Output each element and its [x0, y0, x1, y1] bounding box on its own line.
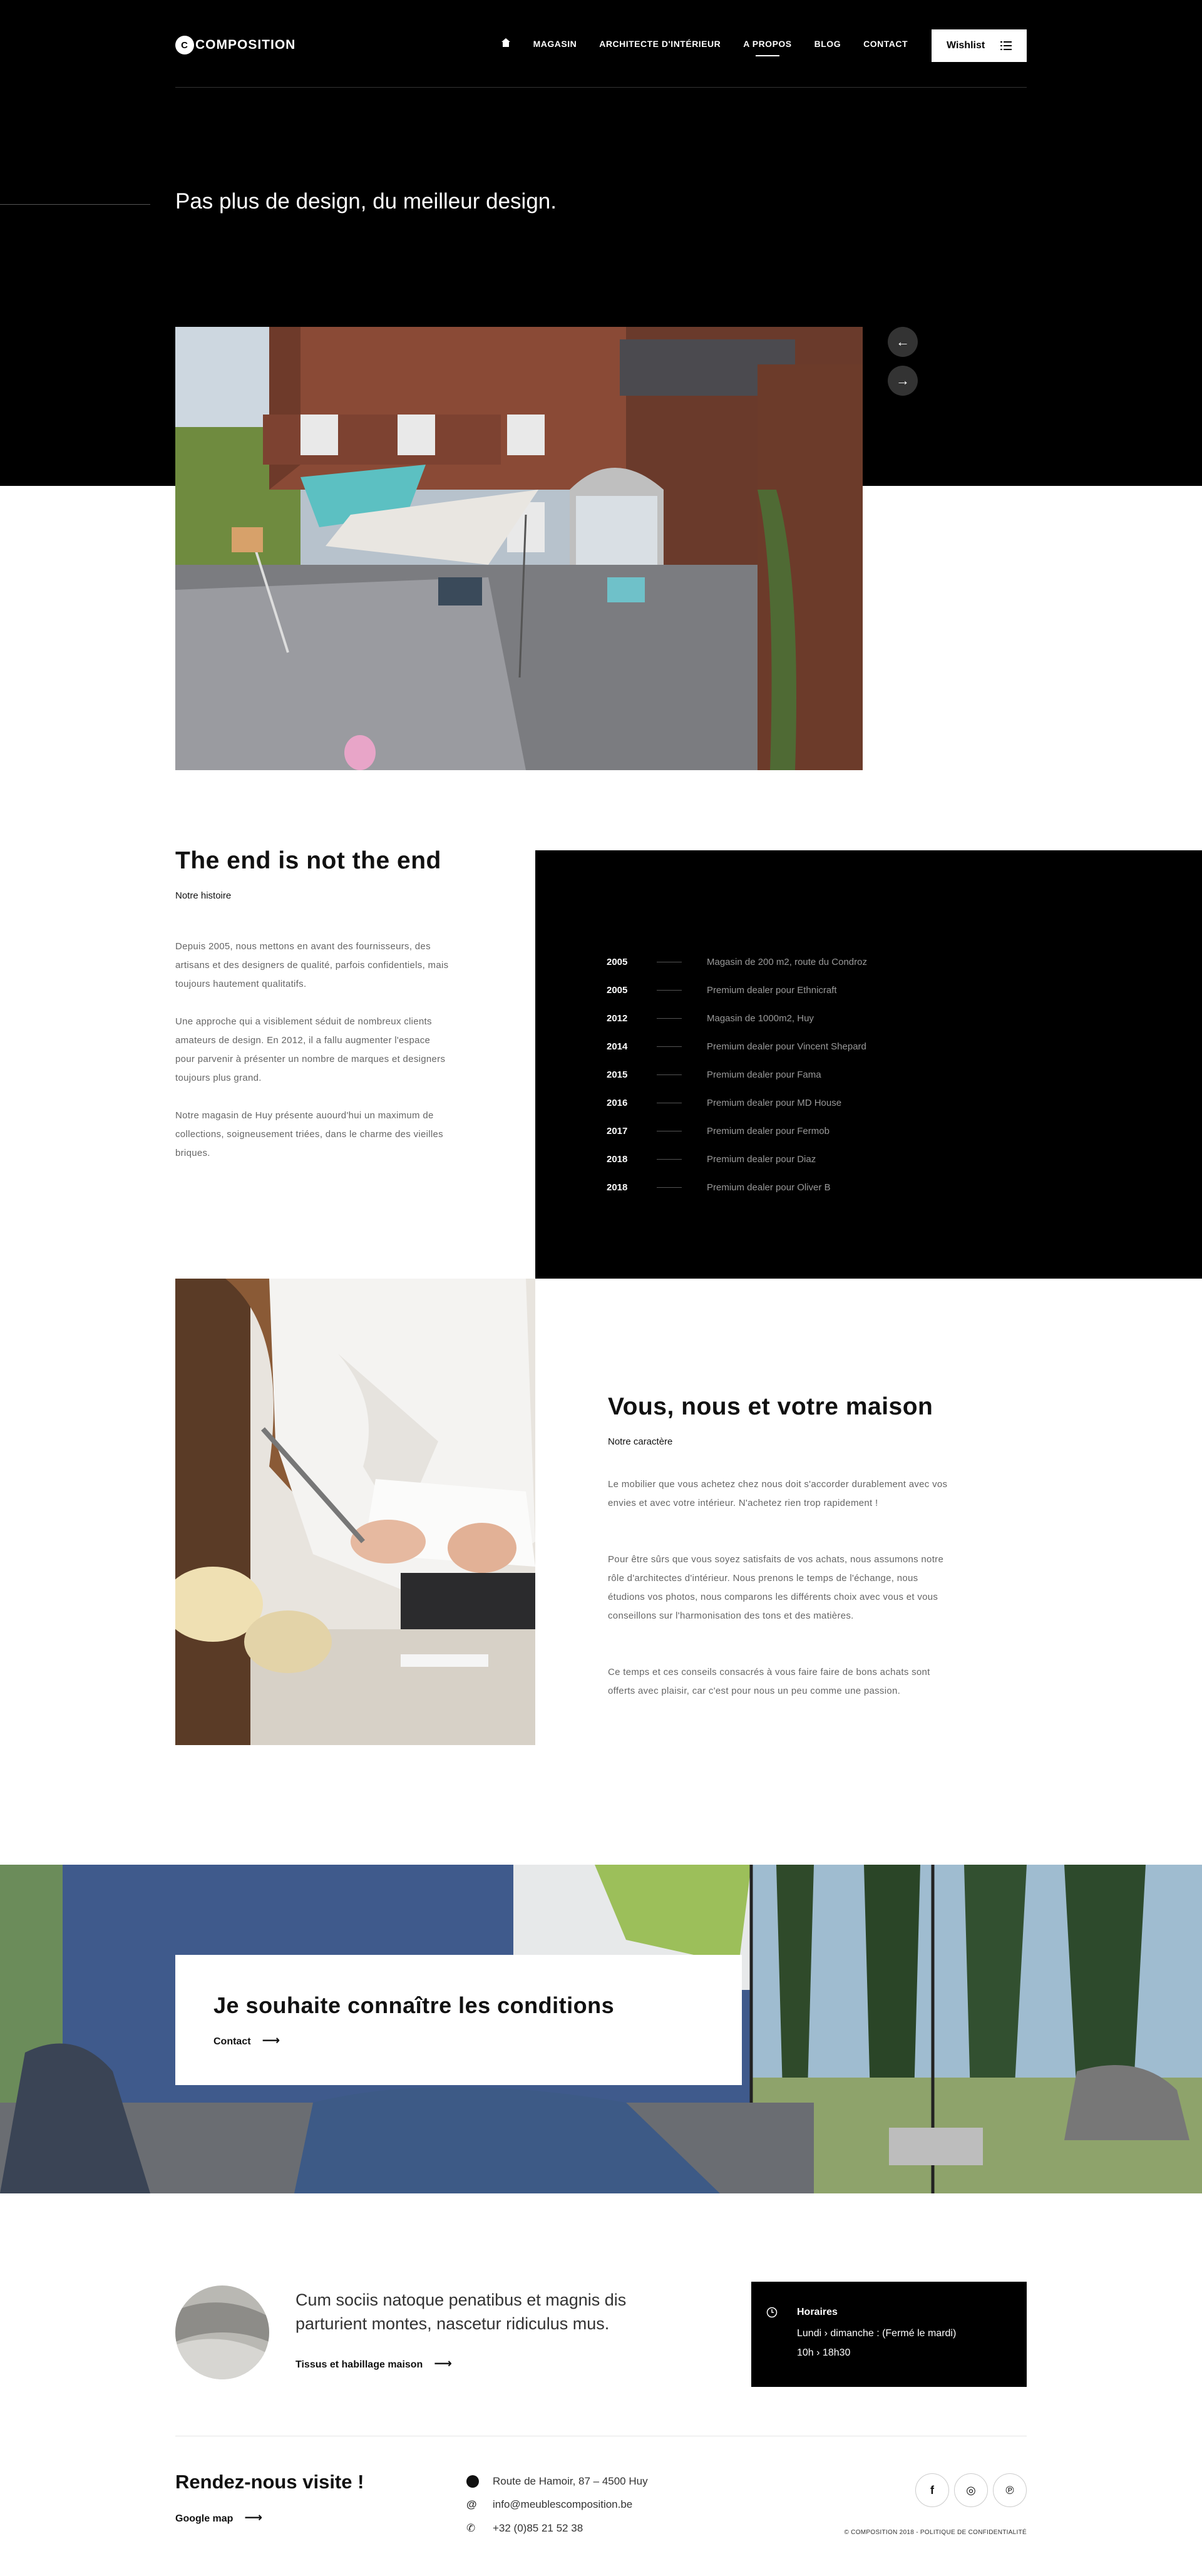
- timeline-text: Premium dealer pour Vincent Shepard: [707, 1041, 866, 1052]
- timeline-year: 2017: [607, 1126, 628, 1136]
- clock-icon: [766, 2307, 778, 2318]
- conditions-card: Je souhaite connaître les conditions Con…: [175, 1955, 742, 2085]
- phone-icon: ✆: [466, 2522, 476, 2534]
- arrow-right-icon: ⟶: [244, 2511, 263, 2525]
- pinterest-icon: ℗: [1005, 2483, 1014, 2496]
- timeline-text: Magasin de 200 m2, route du Condroz: [707, 957, 867, 967]
- copyright[interactable]: © COMPOSITION 2018 - POLITIQUE DE CONFID…: [814, 2529, 1027, 2536]
- home-icon: [501, 38, 510, 47]
- facebook-icon: f: [930, 2483, 934, 2496]
- promo-text: Cum sociis natoque penatibus et magnis d…: [295, 2290, 627, 2333]
- character-paragraph-1: Le mobilier que vous achetez chez nous d…: [608, 1479, 948, 1508]
- instagram-icon: ◎: [966, 2483, 976, 2496]
- desk-photo: [175, 1279, 535, 1745]
- timeline-row: 2016 Premium dealer pour MD House: [607, 1098, 841, 1108]
- opening-hours-box: Horaires Lundi › dimanche : (Fermé le ma…: [751, 2282, 1027, 2387]
- arrow-left-icon: ←: [896, 334, 910, 349]
- character-paragraph-2: Pour être sûrs que vous soyez satisfaits…: [608, 1554, 944, 1621]
- phone-item[interactable]: ✆ +32 (0)85 21 52 38: [466, 2522, 583, 2535]
- list-icon: [1000, 41, 1012, 50]
- contact-link-label: Contact: [213, 2036, 251, 2047]
- logo[interactable]: C COMPOSITION: [175, 35, 295, 55]
- timeline-year: 2005: [607, 985, 628, 996]
- google-map-label: Google map: [175, 2513, 234, 2524]
- timeline-panel: 2005 Magasin de 200 m2, route du Condroz …: [535, 850, 1202, 1279]
- timeline-text: Premium dealer pour MD House: [707, 1098, 842, 1108]
- arrow-right-icon: →: [896, 373, 910, 388]
- nav-a-propos[interactable]: A PROPOS: [743, 39, 791, 56]
- timeline-year: 2018: [607, 1182, 628, 1193]
- main-nav: MAGASIN ARCHITECTE D'INTÉRIEUR A PROPOS …: [501, 38, 908, 56]
- visit-title: Rendez-nous visite !: [175, 2471, 364, 2493]
- logo-mark: C: [175, 36, 194, 54]
- pinterest-button[interactable]: ℗: [993, 2473, 1027, 2507]
- address-item: Route de Hamoir, 87 – 4500 Huy: [466, 2475, 648, 2488]
- email-item[interactable]: @ info@meublescomposition.be: [466, 2498, 632, 2511]
- tagline-rule: [0, 204, 150, 205]
- timeline-text: Premium dealer pour Fama: [707, 1069, 821, 1080]
- timeline-row: 2012 Magasin de 1000m2, Huy: [607, 1013, 814, 1024]
- facebook-button[interactable]: f: [915, 2473, 949, 2507]
- nav-contact[interactable]: CONTACT: [863, 39, 908, 49]
- timeline-year: 2015: [607, 1069, 628, 1080]
- email-text: info@meublescomposition.be: [493, 2498, 633, 2510]
- nav-home[interactable]: [501, 38, 511, 49]
- timeline-text: Premium dealer pour Oliver B: [707, 1182, 831, 1193]
- timeline-row: 2018 Premium dealer pour Oliver B: [607, 1182, 831, 1193]
- timeline-text: Premium dealer pour Fermob: [707, 1126, 830, 1136]
- wishlist-button[interactable]: Wishlist: [932, 29, 1027, 62]
- story-subtitle: Notre histoire: [175, 890, 232, 901]
- header-divider: [175, 87, 1027, 88]
- story-title: The end is not the end: [175, 847, 441, 874]
- page-tagline: Pas plus de design, du meilleur design.: [175, 189, 557, 214]
- timeline-year: 2016: [607, 1098, 628, 1108]
- instagram-button[interactable]: ◎: [954, 2473, 988, 2507]
- hours-times: 10h › 18h30: [797, 2347, 851, 2358]
- timeline-year: 2018: [607, 1154, 628, 1165]
- nav-magasin[interactable]: MAGASIN: [533, 39, 577, 49]
- slider-prev-button[interactable]: ←: [888, 327, 918, 357]
- wishlist-label: Wishlist: [947, 40, 985, 51]
- nav-blog[interactable]: BLOG: [814, 39, 841, 49]
- address-text: Route de Hamoir, 87 – 4500 Huy: [493, 2475, 648, 2487]
- fabric-thumbnail: [175, 2285, 269, 2379]
- timeline-year: 2014: [607, 1041, 628, 1052]
- timeline-year: 2012: [607, 1013, 628, 1024]
- timeline-row: 2005 Premium dealer pour Ethnicraft: [607, 985, 837, 996]
- story-paragraph-3: Notre magasin de Huy présente auourd'hui…: [175, 1110, 443, 1158]
- phone-text: +32 (0)85 21 52 38: [493, 2522, 583, 2534]
- timeline-row: 2018 Premium dealer pour Diaz: [607, 1154, 816, 1165]
- timeline-text: Premium dealer pour Diaz: [707, 1154, 816, 1165]
- story-paragraph-1: Depuis 2005, nous mettons en avant des f…: [175, 941, 449, 989]
- google-map-link[interactable]: Google map ⟶: [175, 2510, 262, 2525]
- hours-title: Horaires: [797, 2307, 838, 2317]
- arrow-right-icon: ⟶: [434, 2357, 452, 2371]
- logo-text: COMPOSITION: [195, 38, 296, 52]
- timeline-text: Premium dealer pour Ethnicraft: [707, 985, 837, 996]
- at-icon: @: [466, 2498, 477, 2510]
- character-title: Vous, nous et votre maison: [608, 1393, 933, 1420]
- timeline-row: 2015 Premium dealer pour Fama: [607, 1069, 821, 1080]
- story-paragraph-2: Une approche qui a visiblement séduit de…: [175, 1016, 446, 1083]
- fabrics-link[interactable]: Tissus et habillage maison ⟶: [295, 2356, 452, 2371]
- conditions-title: Je souhaite connaître les conditions: [213, 1992, 615, 2018]
- timeline-year: 2005: [607, 957, 628, 967]
- character-subtitle: Notre caractère: [608, 1436, 673, 1447]
- location-icon: [466, 2475, 479, 2488]
- timeline-row: 2017 Premium dealer pour Fermob: [607, 1126, 830, 1136]
- nav-architecte[interactable]: ARCHITECTE D'INTÉRIEUR: [599, 39, 721, 49]
- fabrics-link-label: Tissus et habillage maison: [295, 2359, 423, 2370]
- timeline-text: Magasin de 1000m2, Huy: [707, 1013, 814, 1024]
- character-paragraph-3: Ce temps et ces conseils consacrés à vou…: [608, 1667, 930, 1696]
- timeline-row: 2005 Magasin de 200 m2, route du Condroz: [607, 957, 867, 967]
- slider-next-button[interactable]: →: [888, 366, 918, 396]
- slider-image: [175, 327, 863, 770]
- timeline-row: 2014 Premium dealer pour Vincent Shepard: [607, 1041, 866, 1052]
- hours-days: Lundi › dimanche : (Fermé le mardi): [797, 2328, 957, 2339]
- contact-link[interactable]: Contact ⟶: [213, 2032, 280, 2048]
- arrow-right-icon: ⟶: [262, 2034, 280, 2048]
